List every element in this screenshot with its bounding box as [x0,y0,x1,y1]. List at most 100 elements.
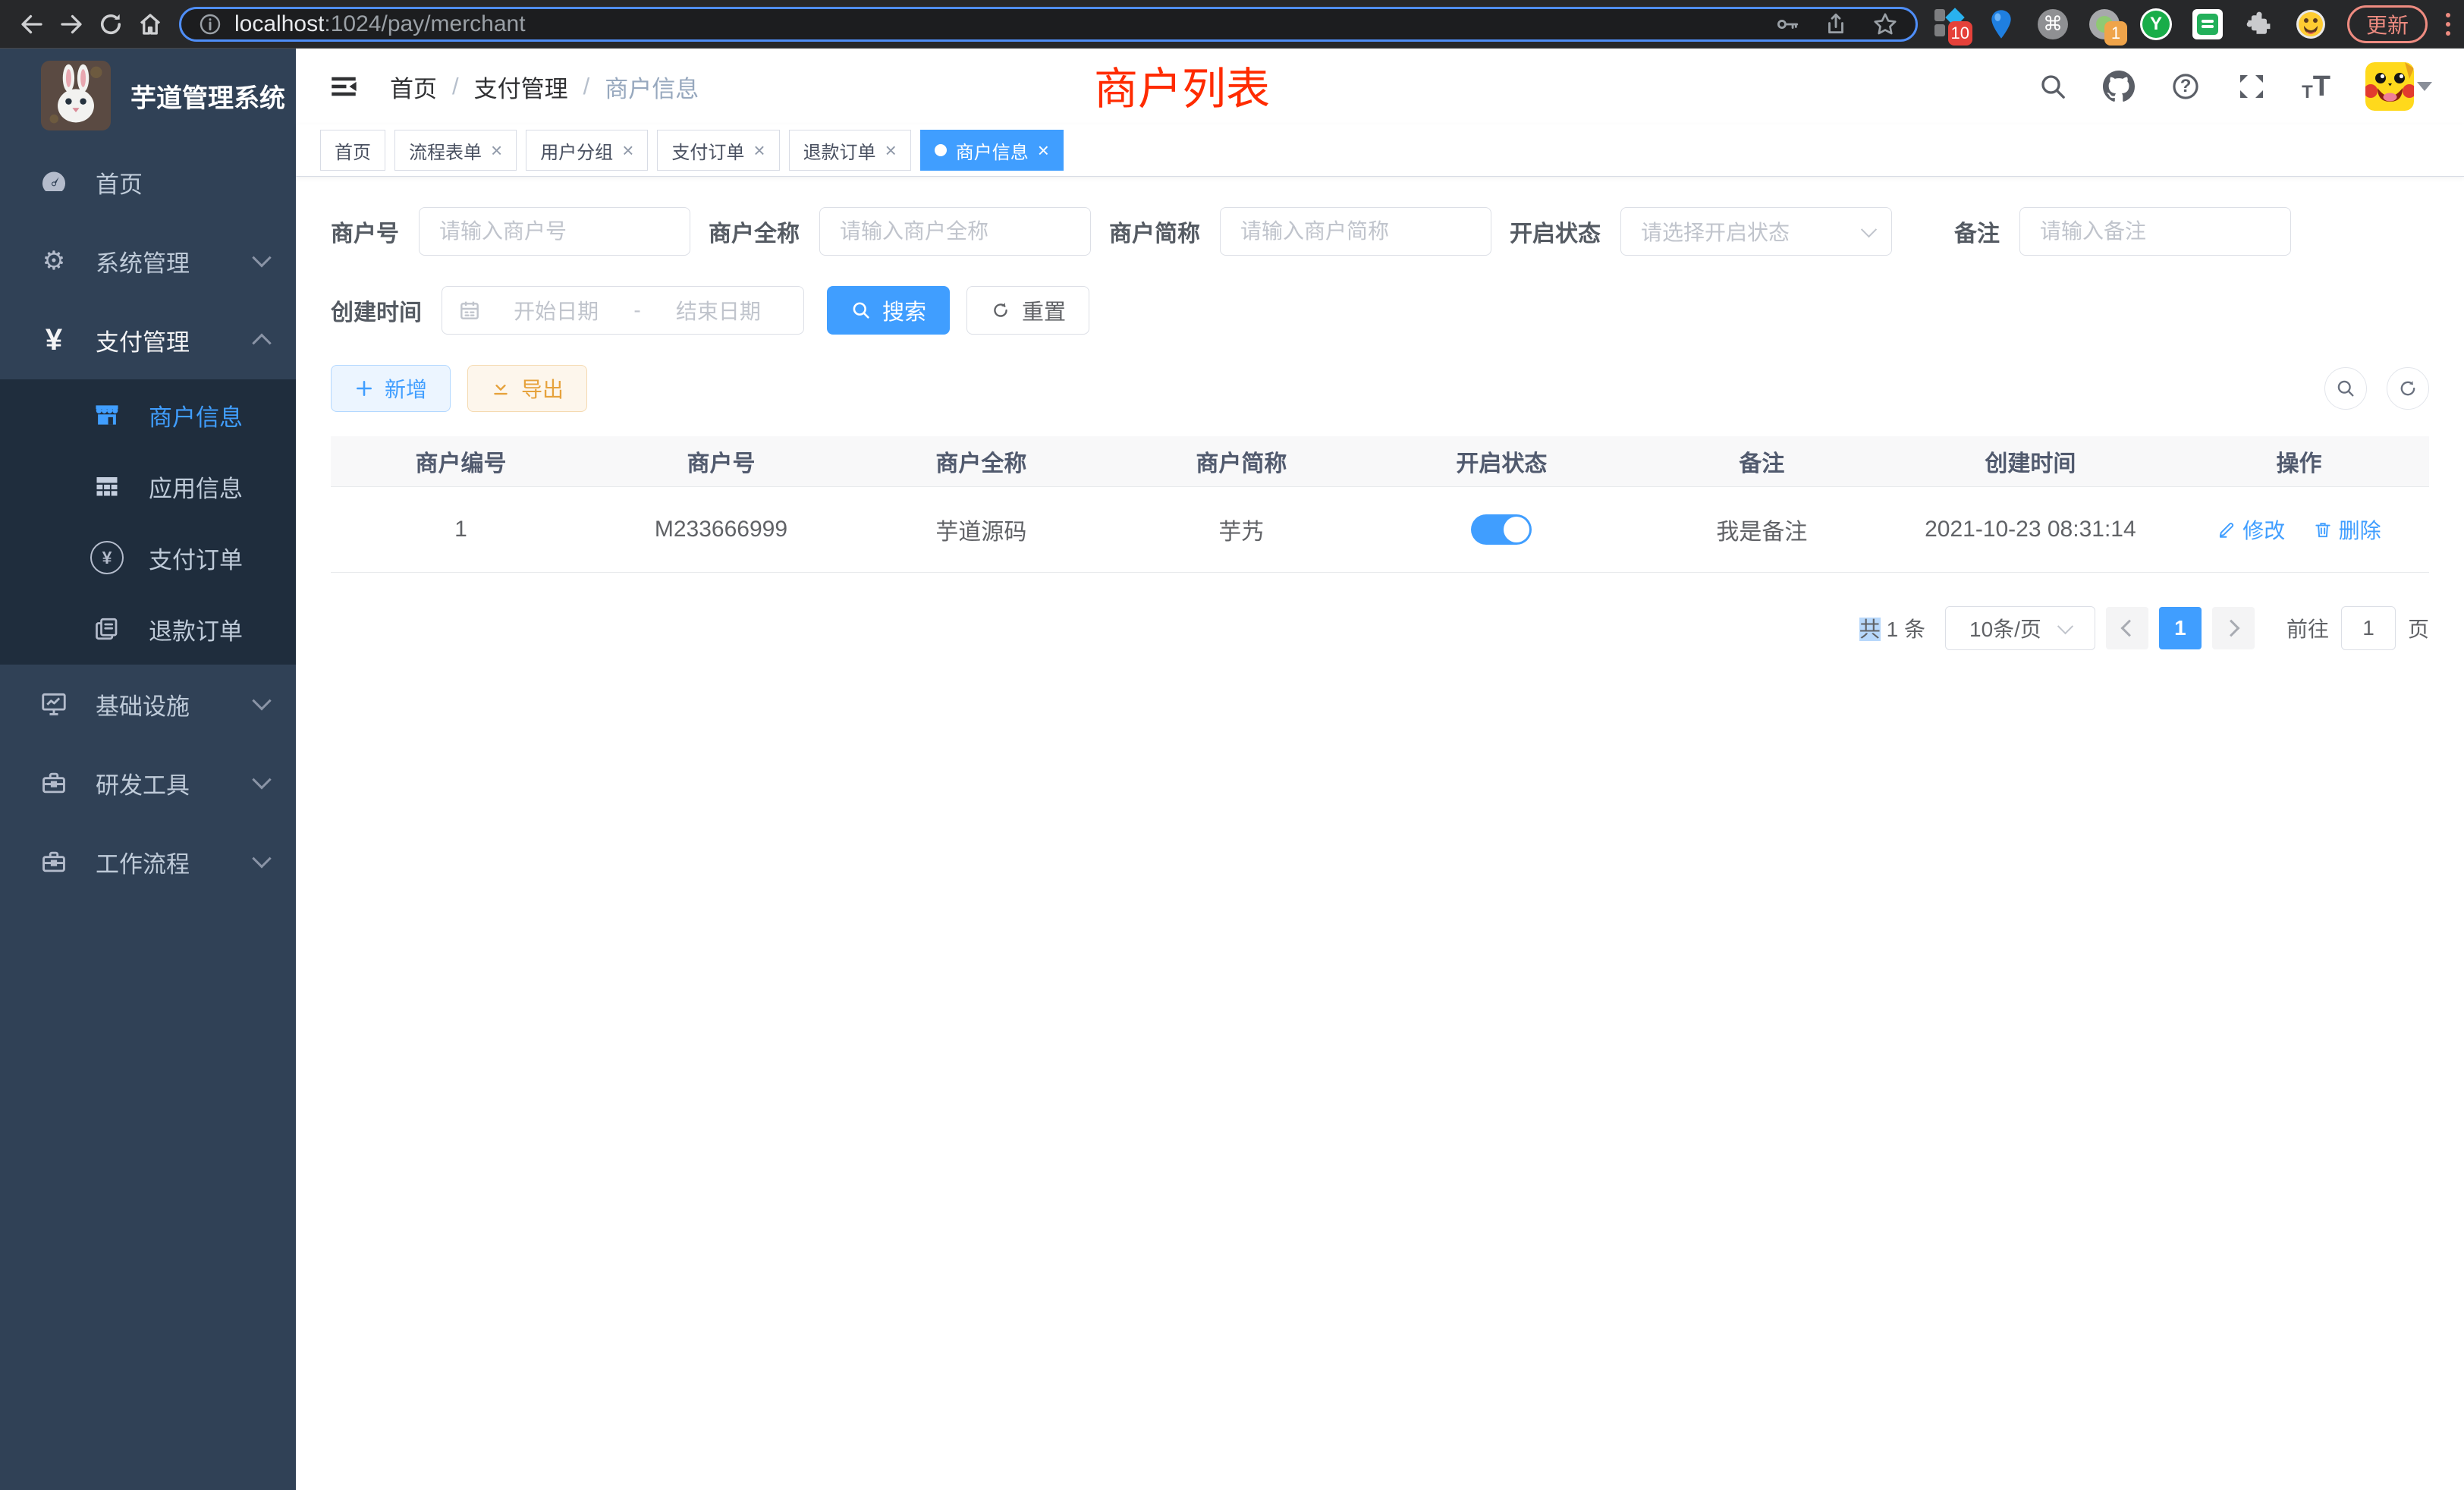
page-number-1[interactable]: 1 [2159,607,2202,649]
reset-button[interactable]: 重置 [966,286,1089,335]
font-size-icon[interactable]: TT [2302,71,2330,103]
extension-y-icon[interactable]: Y [2139,8,2173,41]
merchant-no-input[interactable] [419,207,690,256]
payment-submenu: 商户信息 应用信息 ¥ 支付订单 退款订单 [0,379,296,665]
briefcase-icon [36,847,71,876]
tab-process-form[interactable]: 流程表单 × [394,130,517,171]
browser-forward-button[interactable] [52,5,91,44]
tab-user-group[interactable]: 用户分组 × [526,130,648,171]
extension-emoji-icon[interactable] [2294,8,2327,41]
close-icon[interactable]: × [885,140,897,160]
bookmark-star-icon[interactable] [1872,11,1899,38]
hamburger-fold-icon[interactable] [328,71,360,102]
status-label: 开启状态 [1510,215,1601,248]
chevron-down-icon [2057,618,2073,634]
close-icon[interactable]: × [491,140,502,160]
filter-row-2: 创建时间 开始日期 - 结束日期 搜索 重置 [331,286,2429,335]
extension-badge: 10 [1948,21,1972,46]
col-status: 开启状态 [1372,436,1632,487]
tab-refund-order[interactable]: 退款订单 × [789,130,911,171]
extension-command-icon[interactable]: ⌘ [2036,8,2070,41]
sidebar-item-infrastructure[interactable]: 基础设施 [0,665,296,743]
status-toggle[interactable] [1471,514,1532,545]
add-button[interactable]: 新增 [331,365,451,412]
browser-update-button[interactable]: 更新 [2347,5,2428,43]
sidebar-item-app-info[interactable]: 应用信息 [0,451,296,522]
yen-circle-icon: ¥ [90,541,124,574]
close-icon[interactable]: × [622,140,633,160]
sidebar-item-pay-order[interactable]: ¥ 支付订单 [0,522,296,593]
goto-page-input[interactable] [2341,606,2396,650]
edit-link[interactable]: 修改 [2217,514,2285,545]
filter-row-1: 商户号 商户全称 商户简称 开启状态 请选择开启状态 备注 [331,207,2429,256]
browser-reload-button[interactable] [91,5,130,44]
help-icon[interactable]: ? [2170,71,2202,102]
refresh-table-icon[interactable] [2387,367,2429,410]
sidebar-item-refund-order[interactable]: 退款订单 [0,593,296,665]
navbar: 首页 / 支付管理 / 商户信息 商户列表 ? TT [296,49,2464,124]
active-dot [935,144,947,156]
col-full-name: 商户全称 [851,436,1111,487]
breadcrumb-payment[interactable]: 支付管理 [474,70,568,104]
export-button[interactable]: 导出 [467,365,587,412]
annotation-title: 商户列表 [1094,53,1270,117]
sidebar-item-merchant-info[interactable]: 商户信息 [0,379,296,451]
fullscreen-icon[interactable] [2236,71,2267,102]
create-time-range-picker[interactable]: 开始日期 - 结束日期 [442,286,804,335]
sidebar-item-workflow[interactable]: 工作流程 [0,822,296,901]
sidebar-item-system[interactable]: ⚙ 系统管理 [0,222,296,300]
merchant-no-group: 商户号 [331,207,690,256]
cell-status [1372,487,1632,573]
plus-icon [354,379,374,398]
edit-icon [2217,520,2236,539]
tags-view: 首页 流程表单 × 用户分组 × 支付订单 × 退款订单 × 商户信息 × [296,124,2464,177]
address-bar[interactable]: localhost:1024/pay/merchant [179,7,1918,42]
col-merchant-id: 商户编号 [331,436,591,487]
close-icon[interactable]: × [753,140,765,160]
search-icon[interactable] [2038,71,2068,102]
merchant-short-name-group: 商户简称 [1109,207,1491,256]
sidebar-item-payment[interactable]: ¥ 支付管理 [0,300,296,379]
tab-home[interactable]: 首页 [320,130,385,171]
extension-notes-icon[interactable] [2191,8,2224,41]
page-size-select[interactable]: 10条/页 [1945,606,2095,650]
browser-back-button[interactable] [12,5,52,44]
site-info-icon[interactable] [198,12,222,36]
calendar-icon [457,298,482,322]
password-key-icon[interactable] [1774,11,1800,37]
chevron-down-icon [252,691,271,710]
extension-recorder-icon[interactable]: 1 [2088,8,2121,41]
app-logo[interactable]: 芋道管理系统 [0,49,296,143]
search-button[interactable]: 搜索 [827,286,950,335]
extensions-puzzle-icon[interactable] [2242,8,2276,41]
avatar[interactable] [2365,62,2432,111]
sidebar-item-home[interactable]: 首页 [0,143,296,222]
status-select[interactable]: 请选择开启状态 [1620,207,1892,256]
next-page-button[interactable] [2212,607,2255,649]
table-tools [2324,367,2429,410]
browser-menu-icon[interactable] [2446,13,2450,36]
extension-devtools-icon[interactable]: 10 [1933,8,1966,41]
share-icon[interactable] [1823,11,1849,37]
show-search-icon[interactable] [2324,367,2367,410]
yen-icon: ¥ [36,325,71,355]
merchant-full-name-input[interactable] [819,207,1091,256]
tab-merchant-info[interactable]: 商户信息 × [920,130,1064,171]
merchant-table: 商户编号 商户号 商户全称 商户简称 开启状态 备注 创建时间 操作 1 M23… [331,436,2429,573]
close-icon[interactable]: × [1038,140,1049,160]
page-content: 商户号 商户全称 商户简称 开启状态 请选择开启状态 备注 [296,177,2464,650]
merchant-short-name-input[interactable] [1220,207,1491,256]
col-actions: 操作 [2169,436,2429,487]
prev-page-button[interactable] [2106,607,2148,649]
github-icon[interactable] [2103,71,2135,102]
extension-pin-icon[interactable] [1985,8,2018,41]
delete-link[interactable]: 删除 [2313,514,2381,545]
start-date-placeholder: 开始日期 [486,295,626,325]
cell-full-name: 芋道源码 [851,487,1111,573]
dashboard-icon [36,168,71,196]
sidebar-item-dev-tools[interactable]: 研发工具 [0,743,296,822]
browser-home-button[interactable] [130,5,170,44]
remark-input[interactable] [2019,207,2291,256]
breadcrumb-home[interactable]: 首页 [390,70,437,104]
tab-pay-order[interactable]: 支付订单 × [657,130,779,171]
